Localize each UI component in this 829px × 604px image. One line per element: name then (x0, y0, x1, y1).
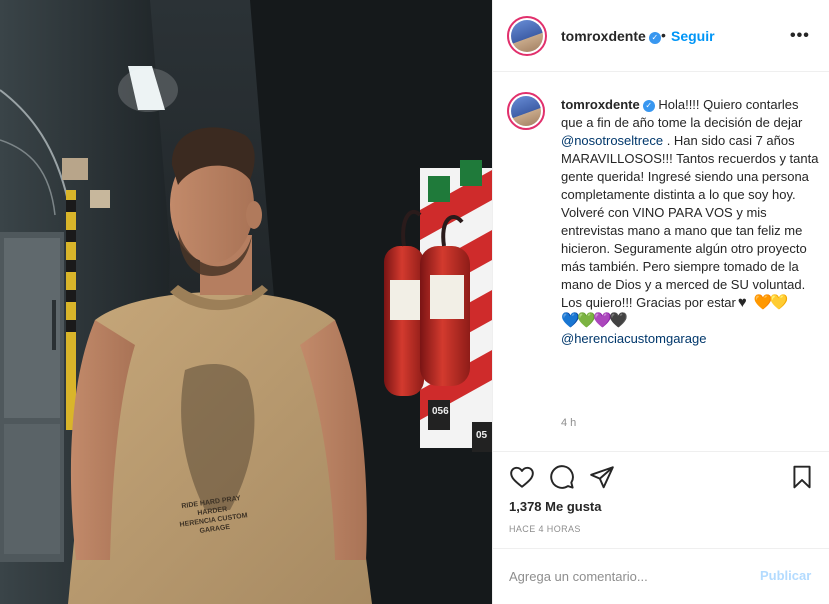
share-icon[interactable] (589, 464, 615, 490)
heart-orange-icon: 🧡 (753, 294, 773, 311)
caption-username[interactable]: tomroxdente ✓ (561, 97, 655, 112)
post-username[interactable]: tomroxdente ✓ (561, 28, 661, 44)
post-actions (493, 452, 829, 504)
likes-count[interactable]: 1,378 Me gusta (509, 499, 602, 514)
header-separator: • (661, 27, 666, 43)
post-sidebar: tomroxdente ✓ • Seguir ••• tomroxdente ✓ H… (492, 0, 829, 604)
follow-button[interactable]: Seguir (671, 28, 715, 44)
heart-outline-icon[interactable] (509, 464, 535, 490)
verified-badge-icon: ✓ (648, 32, 661, 44)
mention-link[interactable]: @nosotroseltrece (561, 133, 663, 148)
heart-green-icon: 💚 (577, 312, 596, 329)
verified-badge-icon: ✓ (642, 100, 655, 112)
comment-icon[interactable] (549, 464, 575, 490)
post-photo[interactable]: RIDE HARD PRAY HARDER HERENCIA CUSTOM GA… (0, 0, 492, 604)
caption-time-ago[interactable]: 4 h (561, 417, 576, 429)
avatar[interactable] (507, 16, 547, 56)
heart-yellow-icon: 💛 (769, 294, 789, 311)
hearts-line-1: ♥ 🧡💛 (737, 294, 789, 311)
hearts-line-2: 💙💚💜🖤 (561, 312, 628, 329)
heart-black-icon: 🖤 (609, 312, 628, 329)
heart-blue-icon: 💙 (561, 312, 580, 329)
caption-avatar[interactable] (507, 92, 545, 130)
caption-text: tomroxdente ✓ Hola!!!! Quiero contarles q… (561, 96, 823, 348)
post-header: tomroxdente ✓ • Seguir ••• (493, 0, 829, 72)
caption-section: tomroxdente ✓ Hola!!!! Quiero contarles q… (493, 72, 829, 452)
bookmark-icon[interactable] (789, 464, 815, 490)
mention-link[interactable]: @herenciacustomgarage (561, 331, 706, 346)
comment-box: Publicar (493, 548, 829, 604)
panel-tag-1: 056 (432, 406, 449, 417)
caption-body: . Han sido casi 7 años MARAVILLOSOS!!! T… (561, 133, 819, 292)
comment-input[interactable] (509, 565, 749, 587)
heart-purple-icon: 💜 (593, 312, 612, 329)
caption-closing: Los quiero!!! Gracias por estar (561, 295, 736, 310)
panel-tag-2: 05 (476, 430, 488, 441)
caption-username-text[interactable]: tomroxdente (561, 97, 640, 112)
publish-button[interactable]: Publicar (760, 568, 811, 583)
more-options-icon[interactable]: ••• (790, 27, 810, 45)
posted-time[interactable]: HACE 4 HORAS (509, 524, 581, 534)
username-text[interactable]: tomroxdente (561, 28, 646, 44)
heart-black-icon: ♥ (737, 294, 747, 311)
